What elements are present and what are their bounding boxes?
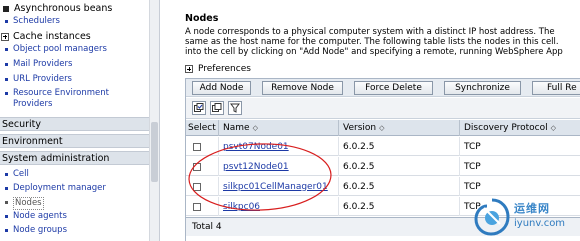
nav-category-security[interactable]: Security [0,117,150,131]
navigation-panel: Asynchronous beans Schedulers Cache inst… [0,0,160,241]
page-description: A node corresponds to a physical compute… [185,27,563,57]
node-name-link[interactable]: psvt12Node01 [223,162,289,172]
nav-link-deployment-manager[interactable]: Deployment manager [5,183,106,194]
force-delete-button[interactable]: Force Delete [354,81,433,95]
row-select-checkbox[interactable] [193,202,201,211]
remove-node-button[interactable]: Remove Node [262,81,343,95]
bullet-icon [5,78,8,81]
expand-icon [3,5,9,12]
bullet-icon [5,229,8,232]
nav-link-cell[interactable]: Cell [5,169,29,180]
filter-icon[interactable] [228,101,242,115]
watermark-domain: iyunv.com [514,218,566,229]
bullet-icon [5,48,8,51]
column-header-name[interactable]: Name ◇ [219,120,339,136]
table-header: Select Name ◇ Version ◇ Discovery Protocol… [186,120,580,136]
bullet-icon [5,20,8,23]
sort-icon[interactable]: ◇ [253,124,258,132]
node-version: 6.0.2.5 [339,157,460,176]
row-select-checkbox[interactable] [193,142,201,151]
nav-link-resource-environment-providers[interactable]: Resource Environment Providers [5,88,140,110]
table-row: psvt07Node01 6.0.2.5 TCP [186,137,580,156]
nav-category-environment[interactable]: Environment [0,134,150,148]
watermark-logo-icon [474,198,510,236]
add-node-button[interactable]: Add Node [192,81,251,95]
row-select-checkbox[interactable] [193,182,201,191]
node-version: 6.0.2.5 [339,177,460,196]
deselect-all-icon[interactable] [210,101,224,115]
nav-scrollbar-thumb[interactable] [151,122,158,182]
row-select-checkbox[interactable] [193,162,201,171]
nav-link-node-groups[interactable]: Node groups [5,225,67,236]
node-version: 6.0.2.5 [339,137,460,156]
bullet-icon [5,215,8,218]
synchronize-button[interactable]: Synchronize [444,81,521,95]
node-name-link[interactable]: psvt07Node01 [223,142,289,152]
nav-scrollbar[interactable] [149,0,159,241]
nav-link-url-providers[interactable]: URL Providers [5,74,72,85]
nav-link-node-agents[interactable]: Node agents [5,211,67,222]
table-row: psvt12Node01 6.0.2.5 TCP [186,157,580,176]
nav-item-asynchronous-beans[interactable]: Asynchronous beans [0,2,150,15]
nav-link-schedulers[interactable]: Schedulers [5,16,60,27]
sort-icon[interactable]: ◇ [551,124,556,132]
button-bar: Add Node Remove Node Force Delete Synchr… [186,79,580,97]
node-protocol: TCP [464,141,481,152]
column-header-version[interactable]: Version ◇ [339,120,460,136]
node-protocol: TCP [464,161,481,172]
node-protocol: TCP [464,181,481,192]
node-name-link[interactable]: silkpc01CellManager01 [223,182,328,192]
expand-plus-icon [185,65,193,73]
bullet-icon [5,63,8,66]
nav-link-nodes[interactable]: Nodes [5,197,44,210]
column-header-discovery-protocol[interactable]: Discovery Protocol ◇ [460,120,580,136]
nav-item-cache-instances[interactable]: Cache instances [0,30,150,43]
expand-plus-icon[interactable] [1,32,9,41]
nav-link-mail-providers[interactable]: Mail Providers [5,59,72,70]
bullet-icon [5,92,8,95]
page-title: Nodes [185,13,219,24]
nav-category-system-administration[interactable]: System administration [0,151,150,165]
icon-toolbar [186,98,580,119]
full-resynchronize-button[interactable]: Full Re [532,81,580,95]
bullet-icon [5,201,8,204]
preferences-toggle[interactable]: Preferences [185,64,251,74]
bullet-icon [5,187,8,190]
nav-link-object-pool-managers[interactable]: Object pool managers [5,44,107,55]
watermark-text: 运维网 [514,202,550,215]
bullet-icon [5,173,8,176]
node-name-link[interactable]: silkpc06 [223,202,260,212]
nav-item-label: Asynchronous beans [14,3,113,14]
sort-icon[interactable]: ◇ [379,124,384,132]
nav-item-label: Cache instances [13,31,91,42]
watermark: 运维网 iyunv.com [470,196,580,241]
node-version: 6.0.2.5 [339,197,460,216]
select-all-icon[interactable] [192,101,206,115]
table-row: silkpc01CellManager01 6.0.2.5 TCP [186,177,580,196]
column-header-select: Select [186,120,219,136]
